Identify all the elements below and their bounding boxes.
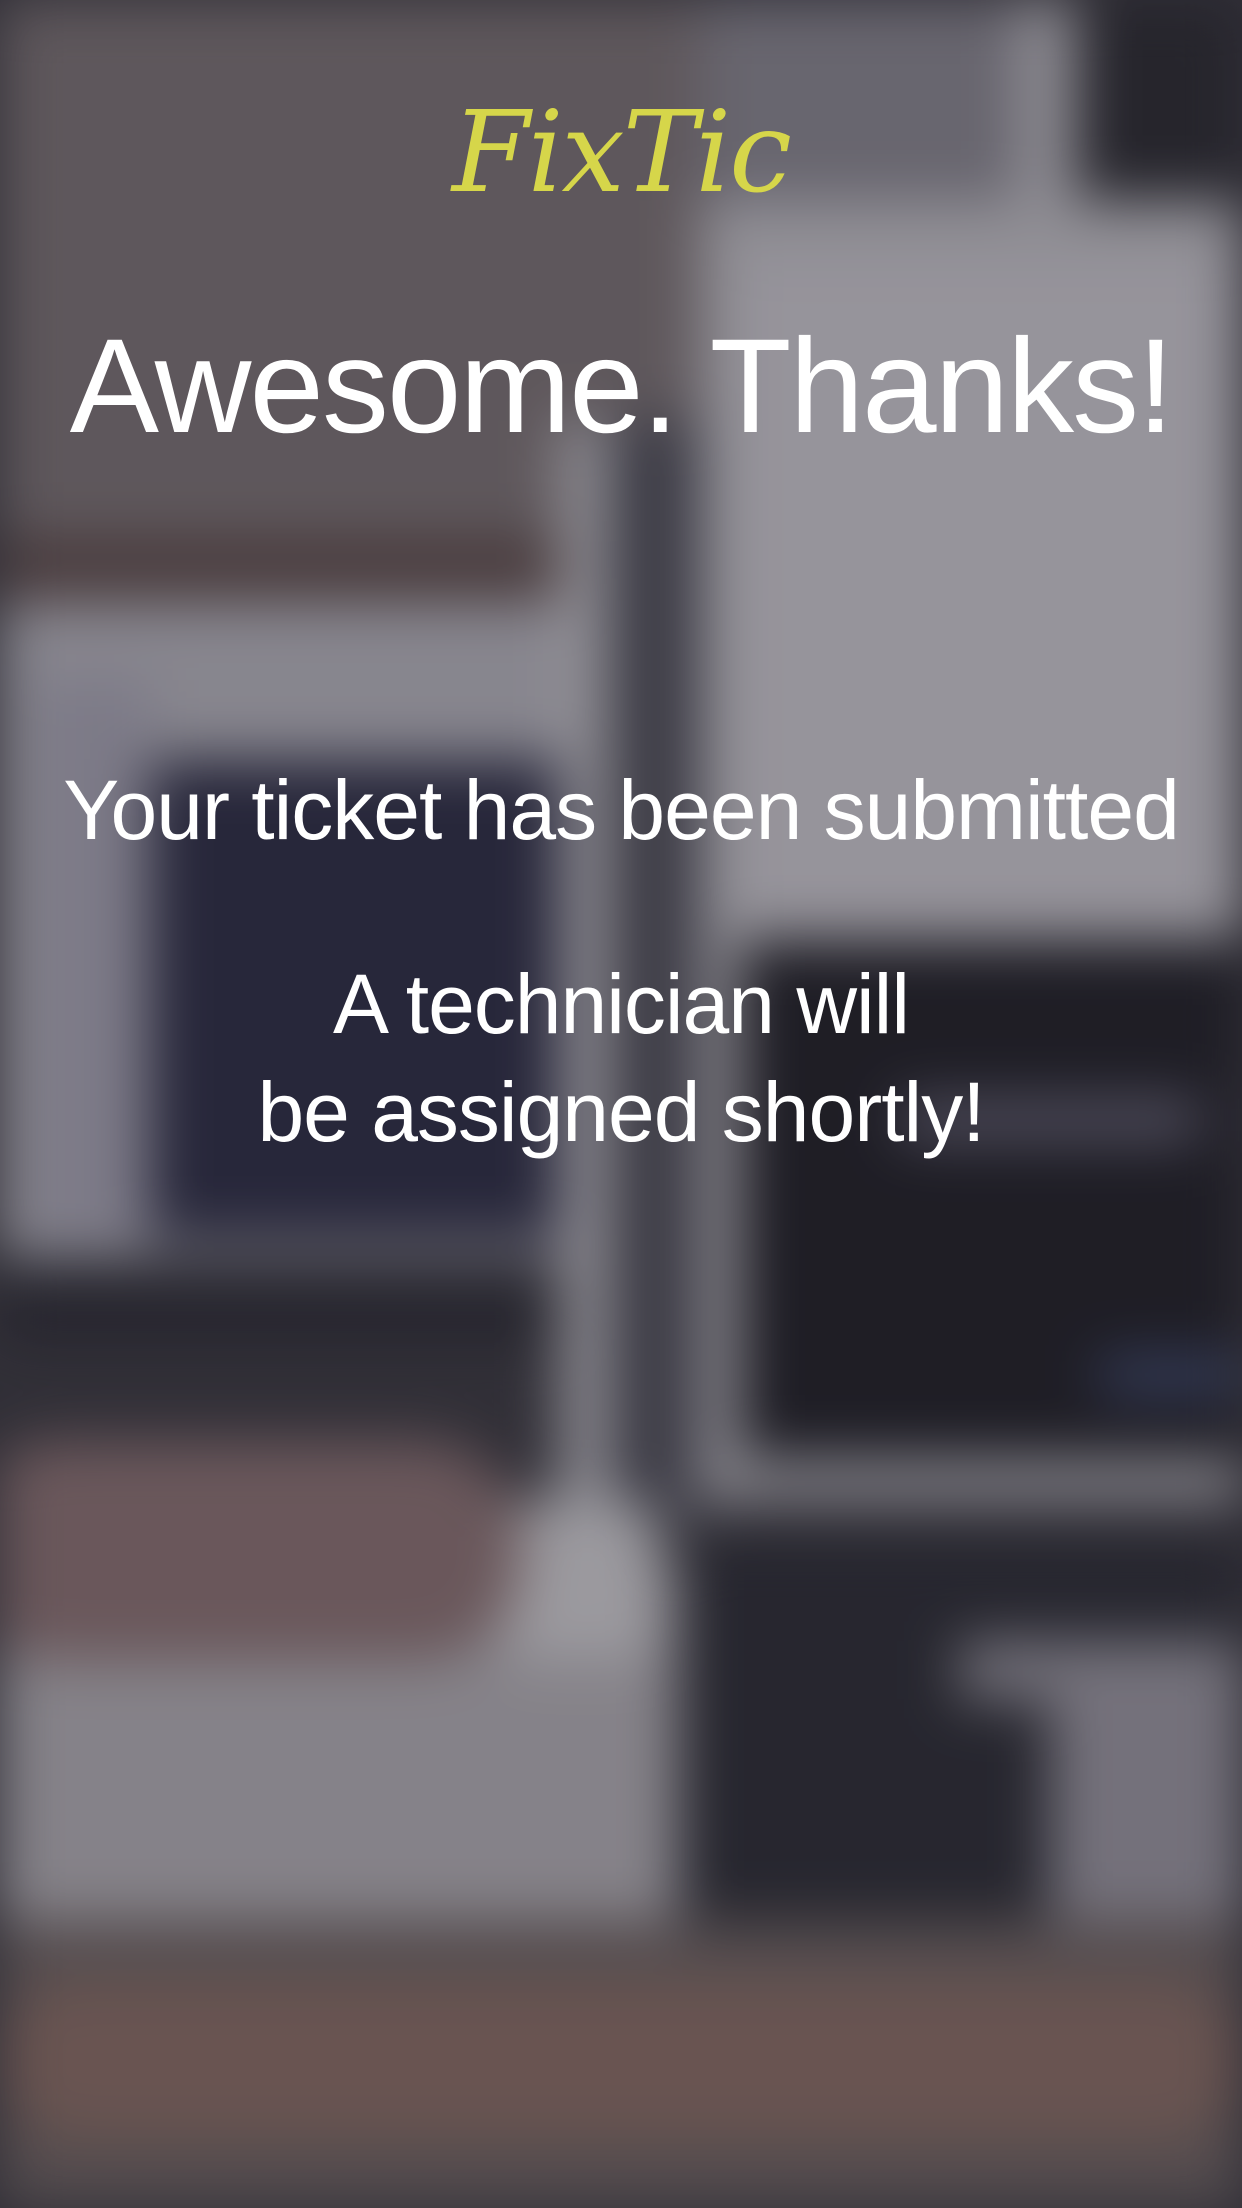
app-logo: FixTic <box>452 88 792 218</box>
info-message-line-1: A technician will <box>333 957 910 1051</box>
status-message: Your ticket has been submitted <box>63 763 1180 857</box>
confirmation-screen: FixTic Awesome. Thanks! Your ticket has … <box>0 0 1242 2208</box>
info-message: A technician will be assigned shortly! <box>0 950 1242 1166</box>
page-title: Awesome. Thanks! <box>69 312 1175 461</box>
info-message-line-2: be assigned shortly! <box>257 1065 985 1159</box>
